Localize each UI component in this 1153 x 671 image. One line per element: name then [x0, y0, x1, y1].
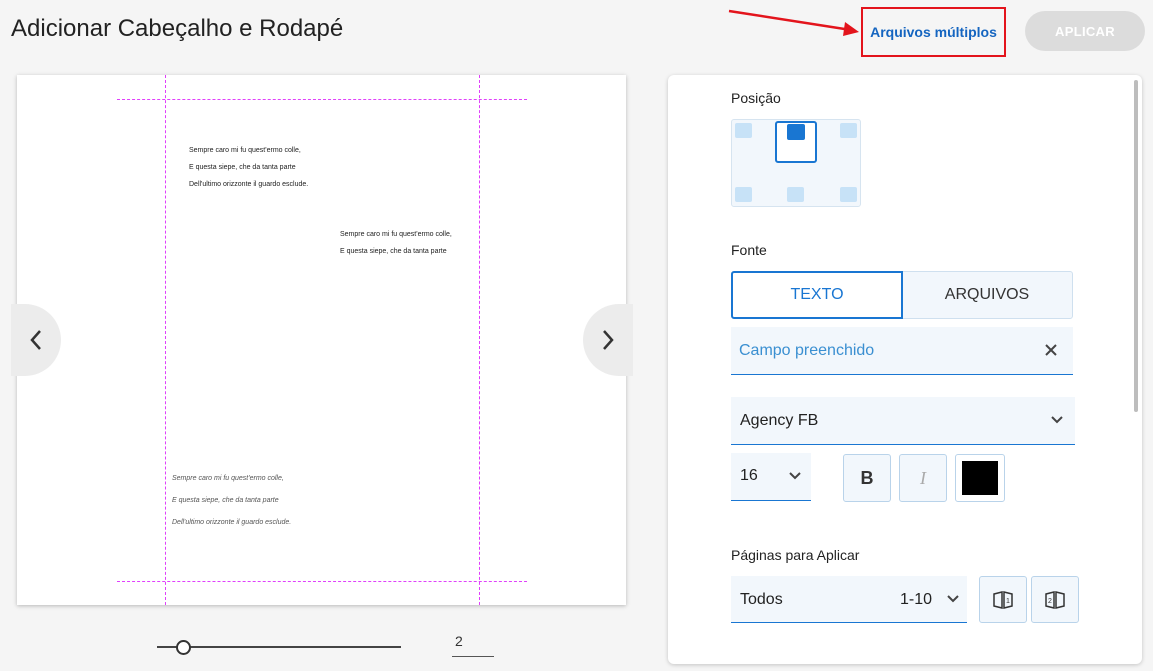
position-bottom-left[interactable]	[735, 187, 752, 202]
panel-scrollbar[interactable]	[1134, 80, 1138, 412]
tab-files[interactable]: ARQUIVOS	[901, 271, 1073, 319]
book-odd-pages-icon: 1	[993, 590, 1013, 609]
zoom-slider-handle[interactable]	[176, 640, 191, 655]
position-top-right[interactable]	[840, 123, 857, 138]
pages-range: 1-10	[900, 591, 933, 608]
header-text-value: Campo preenchido	[739, 342, 875, 359]
chevron-right-icon	[603, 330, 614, 350]
font-size-select[interactable]: 16	[731, 453, 811, 501]
color-swatch	[962, 461, 998, 495]
apply-button[interactable]: APLICAR	[1025, 11, 1145, 51]
position-bottom-right[interactable]	[840, 187, 857, 202]
footer-guide-line	[117, 581, 527, 582]
left-guide-line	[165, 75, 166, 605]
even-pages-button[interactable]: 2	[1031, 576, 1079, 623]
chevron-down-icon	[947, 595, 959, 603]
odd-pages-button[interactable]: 1	[979, 576, 1027, 623]
chevron-down-icon	[1051, 416, 1063, 424]
page-number-input[interactable]: 2	[452, 633, 494, 657]
pages-to-apply-label: Páginas para Aplicar	[731, 547, 860, 563]
apply-label: APLICAR	[1055, 23, 1115, 39]
preview-text-block-footer: Sempre caro mi fu quest'ermo colle, E qu…	[172, 468, 291, 534]
right-guide-line	[479, 75, 480, 605]
preview-line: E questa siepe, che da tanta parte	[340, 248, 447, 255]
header-text-input[interactable]: Campo preenchido	[731, 327, 1073, 375]
preview-text-block-middle: Sempre caro mi fu quest'ermo colle, E qu…	[340, 226, 452, 260]
tab-files-label: ARQUIVOS	[944, 286, 1030, 303]
chevron-left-icon	[30, 330, 41, 350]
zoom-slider-track[interactable]	[157, 646, 401, 648]
italic-button[interactable]: I	[899, 454, 947, 502]
preview-line: Sempre caro mi fu quest'ermo colle,	[172, 475, 284, 482]
preview-line: E questa siepe, che da tanta parte	[172, 497, 279, 504]
pages-value: Todos	[740, 591, 783, 608]
multiple-files-button[interactable]: Arquivos múltiplos	[861, 7, 1006, 57]
red-arrow-annotation	[728, 9, 859, 36]
text-color-picker[interactable]	[955, 454, 1005, 502]
chevron-down-icon	[789, 472, 801, 480]
bold-icon: B	[860, 467, 874, 488]
tab-text[interactable]: TEXTO	[731, 271, 903, 319]
multiple-files-label: Arquivos múltiplos	[870, 24, 997, 40]
preview-line: Sempre caro mi fu quest'ermo colle,	[340, 231, 452, 238]
svg-text:2: 2	[1048, 598, 1052, 605]
preview-line: Dell'ultimo orizzonte il guardo esclude.	[189, 181, 309, 188]
position-top-left[interactable]	[735, 123, 752, 138]
italic-icon: I	[920, 467, 926, 488]
preview-line: Sempre caro mi fu quest'ermo colle,	[189, 147, 301, 154]
book-even-pages-icon: 2	[1045, 590, 1065, 609]
pages-select[interactable]: Todos 1-10	[731, 576, 967, 623]
preview-line: E questa siepe, che da tanta parte	[189, 164, 296, 171]
source-label: Fonte	[731, 242, 767, 258]
close-icon[interactable]	[1041, 340, 1061, 360]
position-bottom-center[interactable]	[787, 187, 804, 202]
font-family-value: Agency FB	[740, 412, 819, 429]
preview-text-block-top: Sempre caro mi fu quest'ermo colle, E qu…	[189, 142, 308, 193]
position-label: Posição	[731, 90, 781, 106]
page-title: Adicionar Cabeçalho e Rodapé	[11, 15, 344, 42]
font-family-select[interactable]: Agency FB	[731, 397, 1075, 445]
preview-line: Dell'ultimo orizzonte il guardo esclude.	[172, 519, 292, 526]
header-guide-line	[117, 99, 527, 100]
tab-text-label: TEXTO	[790, 286, 844, 303]
bold-button[interactable]: B	[843, 454, 891, 502]
page-number-value: 2	[455, 633, 463, 649]
font-size-value: 16	[740, 467, 758, 484]
page-preview: Sempre caro mi fu quest'ermo colle, E qu…	[17, 75, 626, 605]
svg-text:1: 1	[1006, 598, 1010, 605]
position-top-center-selected[interactable]	[775, 121, 817, 163]
